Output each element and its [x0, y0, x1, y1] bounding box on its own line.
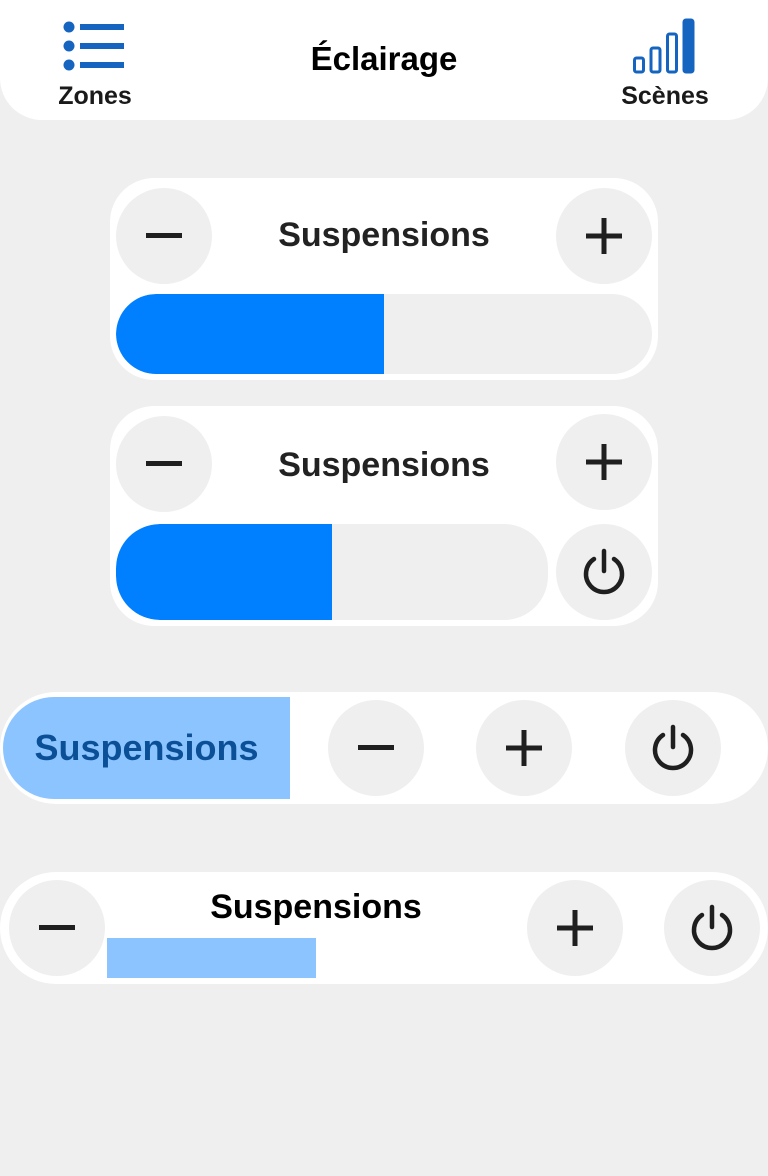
- level-slider[interactable]: [116, 524, 548, 620]
- card-title: Suspensions: [210, 888, 422, 926]
- minus-icon: [146, 461, 182, 466]
- scenes-label: Scènes: [621, 82, 709, 110]
- level-slider[interactable]: [116, 294, 652, 374]
- decrease-button[interactable]: [116, 188, 212, 284]
- plus-icon: [586, 218, 622, 254]
- power-button[interactable]: [625, 700, 721, 796]
- plus-icon: [557, 910, 593, 946]
- increase-button[interactable]: [476, 700, 572, 796]
- minus-icon: [39, 925, 75, 930]
- card-title: Suspensions: [278, 216, 490, 254]
- card-title: Suspensions: [278, 446, 490, 484]
- decrease-button[interactable]: [328, 700, 424, 796]
- increase-button[interactable]: [556, 188, 652, 284]
- list-icon: [63, 18, 127, 74]
- zone-name-toggle[interactable]: Suspensions: [3, 697, 290, 799]
- zones-nav-button[interactable]: Zones: [15, 18, 175, 118]
- plus-icon: [586, 444, 622, 480]
- scenes-nav-button[interactable]: Scènes: [585, 18, 745, 118]
- power-icon: [652, 724, 694, 771]
- power-icon: [691, 904, 733, 951]
- power-button[interactable]: [556, 524, 652, 620]
- level-slider[interactable]: [107, 938, 525, 978]
- level-fill: [116, 524, 332, 620]
- decrease-button[interactable]: [116, 416, 212, 512]
- plus-icon: [506, 730, 542, 766]
- header-bar: Zones Éclairage Scènes: [0, 0, 768, 120]
- level-fill: [116, 294, 384, 374]
- minus-icon: [358, 745, 394, 750]
- increase-button[interactable]: [556, 414, 652, 510]
- increase-button[interactable]: [527, 880, 623, 976]
- level-fill: [107, 938, 316, 978]
- light-card-2: Suspensions: [110, 406, 658, 626]
- page-title: Éclairage: [310, 40, 458, 77]
- decrease-button[interactable]: [9, 880, 105, 976]
- minus-icon: [146, 233, 182, 238]
- zones-label: Zones: [58, 82, 132, 110]
- power-button[interactable]: [664, 880, 760, 976]
- light-card-1: Suspensions: [110, 178, 658, 380]
- signal-bars-icon: [633, 18, 697, 74]
- power-icon: [583, 548, 625, 595]
